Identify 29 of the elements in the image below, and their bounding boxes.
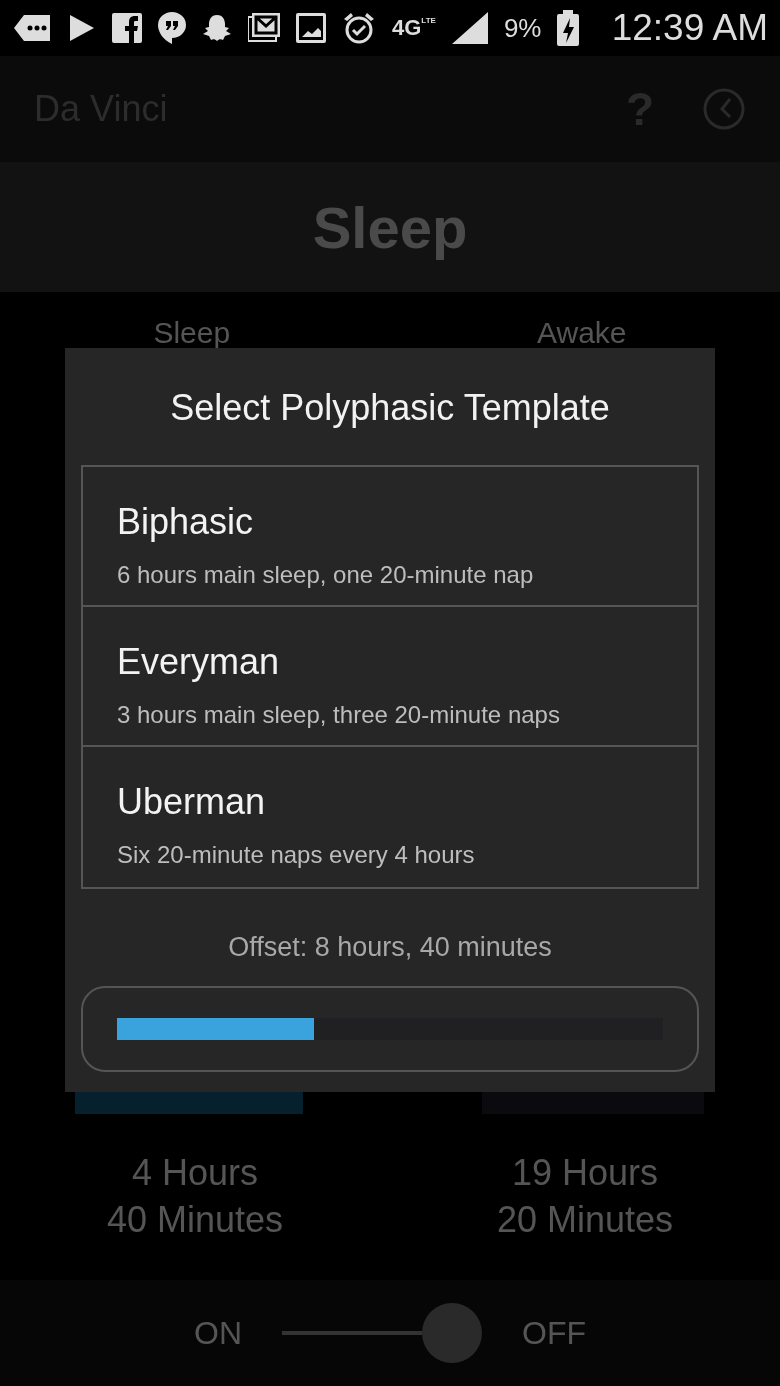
section-title: Sleep bbox=[312, 193, 468, 262]
image-icon bbox=[296, 13, 326, 43]
template-name: Everyman bbox=[117, 640, 281, 685]
duration-minutes: 20 Minutes bbox=[495, 1197, 675, 1242]
ghost-icon bbox=[202, 13, 232, 43]
mail-icon bbox=[248, 13, 280, 43]
slider-field[interactable] bbox=[81, 985, 699, 1072]
toggle-label: ON bbox=[194, 1314, 242, 1353]
play-icon bbox=[68, 13, 96, 43]
duration-minutes: 40 Minutes bbox=[105, 1197, 285, 1242]
template-description: 3 hours main sleep, three 20-minute naps bbox=[117, 700, 561, 731]
switch-thumb[interactable] bbox=[422, 1303, 482, 1363]
chat-bubble-icon bbox=[158, 12, 186, 44]
dialog-title: Select Polyphasic Template bbox=[169, 386, 611, 430]
battery-icon bbox=[557, 10, 580, 46]
battery-percent: 9% bbox=[503, 15, 542, 41]
signal-icon bbox=[451, 12, 488, 44]
template-name: Biphasic bbox=[117, 500, 255, 545]
duration-hours: 19 Hours bbox=[510, 1151, 660, 1195]
clock-time: 12:39 AM bbox=[611, 6, 768, 51]
duration-hours: 4 Hours bbox=[130, 1151, 260, 1195]
template-name: Uberman bbox=[117, 780, 267, 825]
notification-icon bbox=[14, 13, 52, 43]
offset-label: Offset: 8 hours, 40 minutes bbox=[227, 931, 553, 965]
toggle-label: OFF bbox=[522, 1314, 586, 1353]
template-description: Six 20-minute naps every 4 hours bbox=[117, 840, 476, 871]
alarm-clock-icon bbox=[342, 11, 376, 45]
template-description: 6 hours main sleep, one 20-minute nap bbox=[117, 560, 535, 591]
facebook-icon bbox=[112, 13, 142, 43]
